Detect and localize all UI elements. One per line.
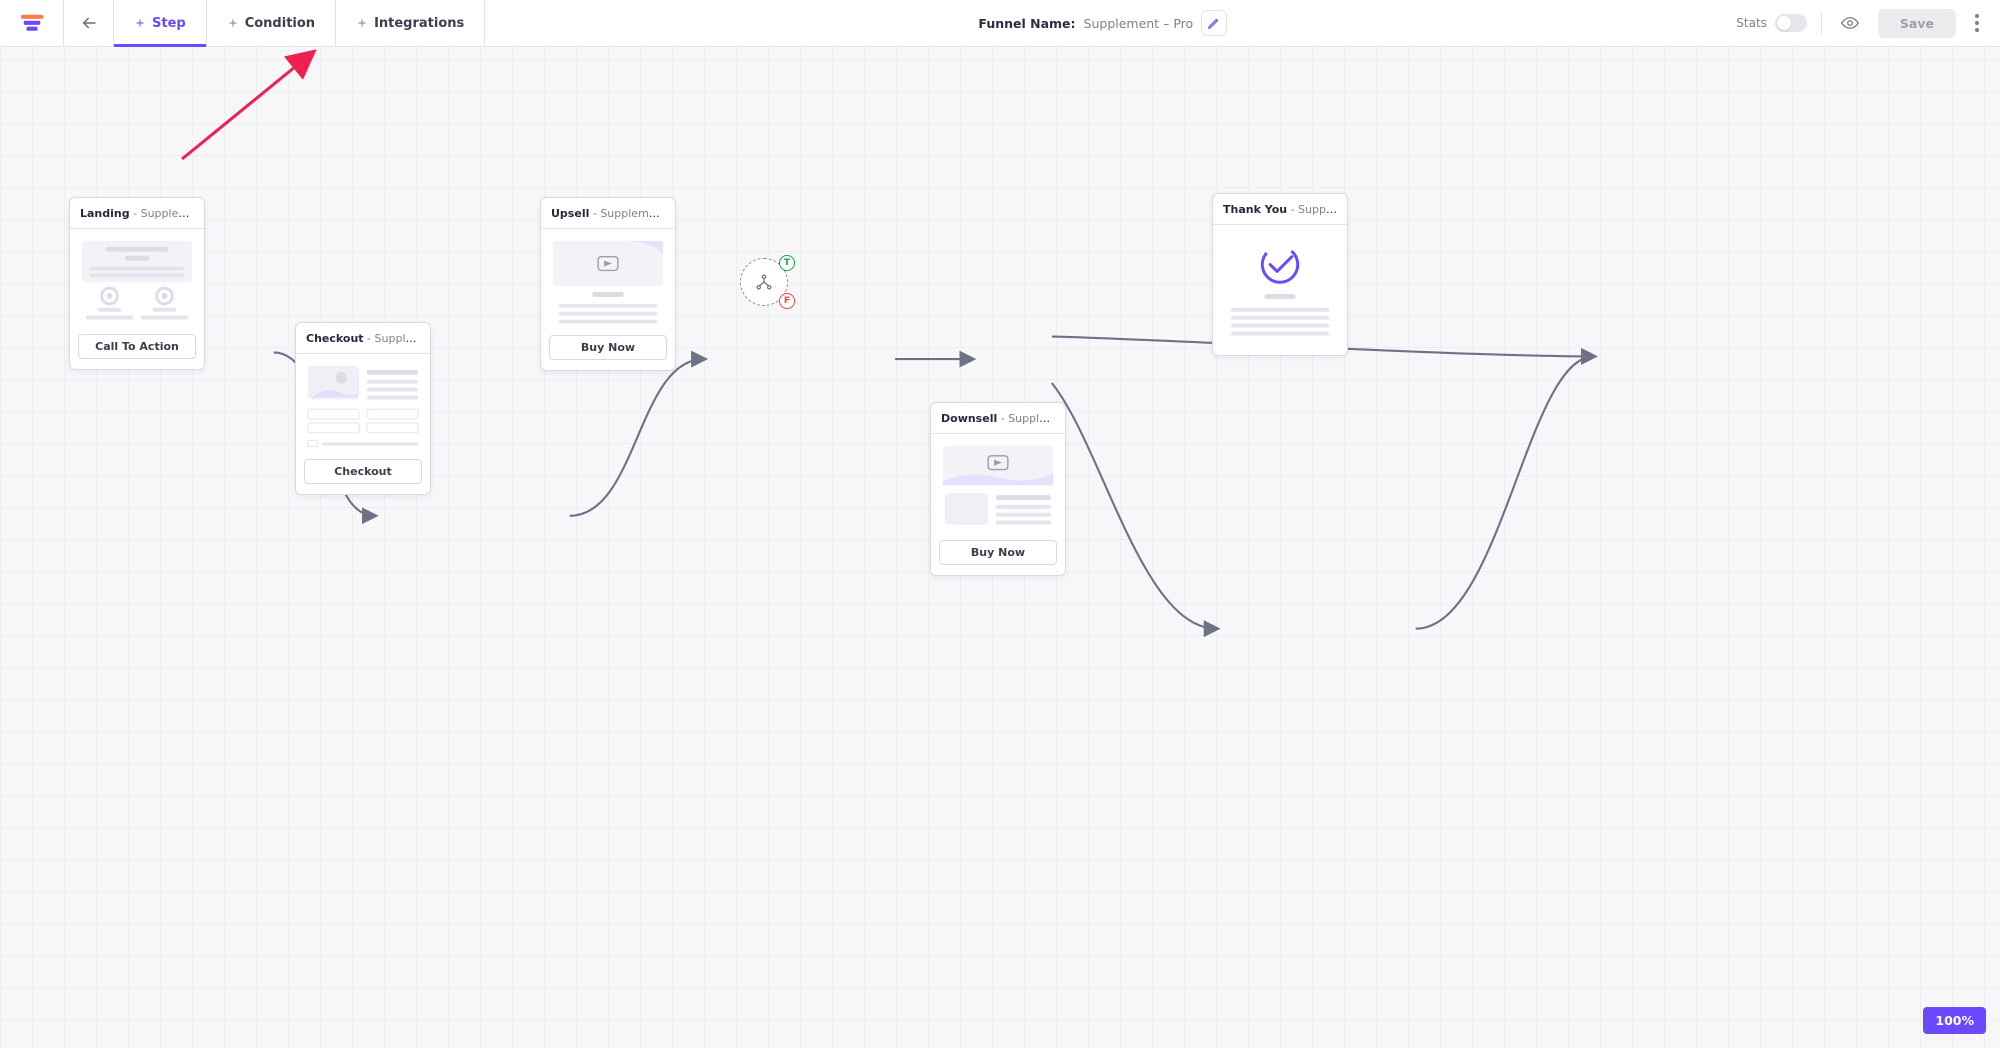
node-title: Thank You: [1223, 203, 1287, 216]
node-title: Upsell: [551, 207, 589, 220]
checkout-preview-icon: [304, 362, 422, 451]
eye-icon: [1841, 14, 1859, 32]
arrow-left-icon: [80, 14, 98, 32]
node-thankyou[interactable]: Thank You - Supplement T...: [1212, 193, 1348, 356]
edit-funnel-name-button[interactable]: [1201, 10, 1227, 36]
funnel-name-label: Funnel Name:: [978, 16, 1075, 31]
node-body: [1213, 225, 1347, 355]
downsell-preview-icon: [939, 442, 1057, 532]
funnel-name-display: Funnel Name: Supplement – Pro: [485, 0, 1720, 46]
node-landing[interactable]: Landing - Supplement La...: [69, 197, 205, 370]
landing-preview-icon: [78, 237, 196, 326]
node-subtitle: - Supplement D...: [997, 412, 1065, 425]
add-condition-tab[interactable]: Condition: [207, 0, 336, 46]
back-button[interactable]: [64, 0, 114, 46]
add-step-label: Step: [152, 16, 186, 31]
node-header: Downsell - Supplement D...: [931, 403, 1065, 434]
add-condition-label: Condition: [245, 16, 315, 31]
node-subtitle: - Supplement La...: [130, 207, 204, 220]
add-step-tab[interactable]: Step: [114, 0, 207, 46]
funnel-name-value: Supplement – Pro: [1084, 16, 1194, 31]
more-menu-button[interactable]: [1970, 14, 1984, 32]
pencil-icon: [1207, 16, 1221, 30]
node-header: Upsell - Supplement U...: [541, 198, 675, 229]
node-title: Landing: [80, 207, 130, 220]
condition-node[interactable]: T F: [740, 258, 788, 306]
node-body: Checkout: [296, 354, 430, 494]
plus-icon: [134, 17, 146, 29]
node-body: Buy Now: [931, 434, 1065, 575]
node-header: Thank You - Supplement T...: [1213, 194, 1347, 225]
landing-cta-button[interactable]: Call To Action: [78, 334, 196, 359]
node-checkout[interactable]: Checkout - Supplement C...: [295, 322, 431, 495]
upsell-preview-icon: [549, 237, 667, 327]
node-subtitle: - Supplement T...: [1287, 203, 1347, 216]
plus-icon: [227, 17, 239, 29]
canvas[interactable]: Landing - Supplement La...: [0, 47, 2000, 1048]
branch-icon: [755, 273, 773, 291]
node-subtitle: - Supplement U...: [589, 207, 675, 220]
node-body: Call To Action: [70, 229, 204, 369]
node-downsell[interactable]: Downsell - Supplement D... Buy Now: [930, 402, 1066, 576]
plus-icon: [356, 17, 368, 29]
kebab-icon: [1975, 14, 1979, 32]
stats-toggle[interactable]: [1775, 14, 1807, 32]
node-title: Checkout: [306, 332, 364, 345]
divider: [1821, 12, 1822, 34]
canvas-viewport[interactable]: Landing - Supplement La...: [0, 47, 2000, 1048]
topbar-right: Stats Save: [1720, 0, 2000, 46]
funnel-logo-icon: [21, 14, 43, 32]
node-header: Landing - Supplement La...: [70, 198, 204, 229]
stats-toggle-group: Stats: [1736, 14, 1807, 32]
thankyou-preview-icon: [1221, 239, 1339, 345]
app-logo[interactable]: [0, 0, 64, 46]
false-badge: F: [779, 293, 795, 309]
zoom-indicator[interactable]: 100%: [1923, 1007, 1986, 1034]
node-body: Buy Now: [541, 229, 675, 370]
topbar: Step Condition Integrations Funnel Name:…: [0, 0, 2000, 47]
node-upsell[interactable]: Upsell - Supplement U... Buy Now: [540, 197, 676, 371]
node-header: Checkout - Supplement C...: [296, 323, 430, 354]
stats-label: Stats: [1736, 16, 1767, 30]
add-integrations-label: Integrations: [374, 16, 464, 31]
true-badge: T: [779, 255, 795, 271]
upsell-buy-button[interactable]: Buy Now: [549, 335, 667, 360]
preview-button[interactable]: [1836, 9, 1864, 37]
node-title: Downsell: [941, 412, 997, 425]
checkout-button[interactable]: Checkout: [304, 459, 422, 484]
add-integrations-tab[interactable]: Integrations: [336, 0, 485, 46]
downsell-buy-button[interactable]: Buy Now: [939, 540, 1057, 565]
node-subtitle: - Supplement C...: [364, 332, 430, 345]
save-button[interactable]: Save: [1878, 9, 1956, 38]
